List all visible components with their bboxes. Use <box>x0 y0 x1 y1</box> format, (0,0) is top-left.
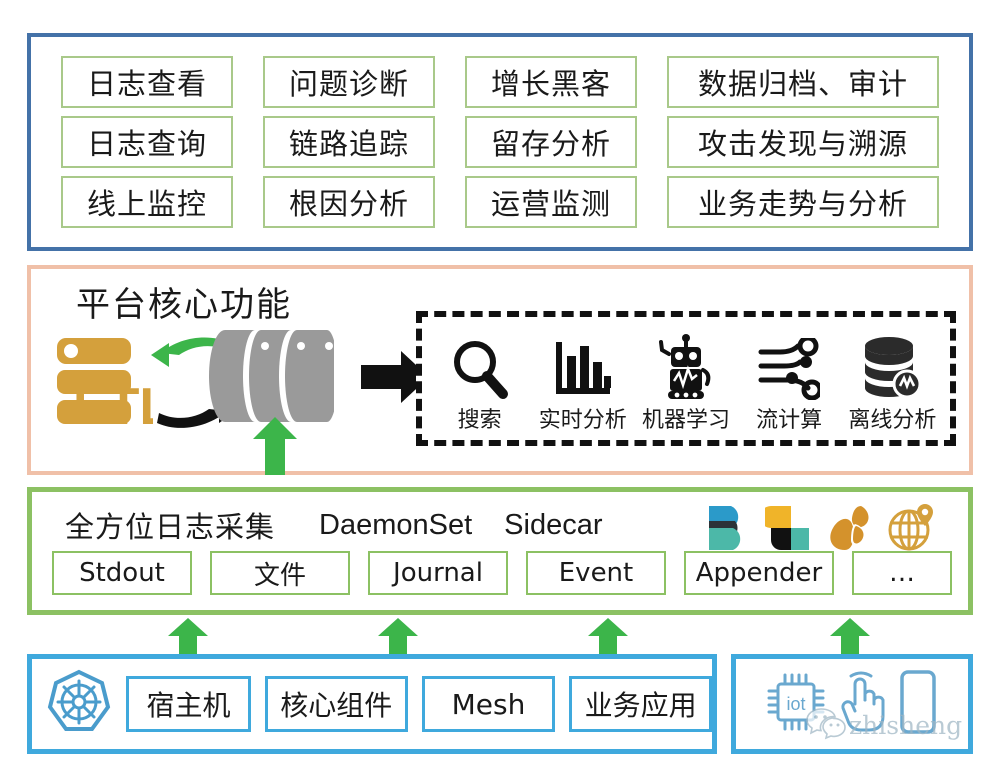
search-magnifier-icon <box>451 334 509 400</box>
scenario-box[interactable]: 线上监控 <box>61 176 233 228</box>
mode-daemonset: DaemonSet <box>319 508 473 541</box>
scenario-box[interactable]: 数据归档、审计 <box>667 56 939 108</box>
analytics-capabilities-box: 搜索 实时分析 机器学习 流计算 离线分析 <box>416 311 956 446</box>
analytics-label: 流计算 <box>756 408 823 433</box>
infra-box[interactable]: 业务应用 <box>569 676 712 732</box>
ingest-up-arrow-icon <box>253 417 297 475</box>
scenario-box[interactable]: 日志查看 <box>61 56 233 108</box>
kubernetes-helm-icon <box>46 669 112 740</box>
source-box[interactable]: Appender <box>684 551 834 595</box>
collection-header: 全方位日志采集 DaemonSet Sidecar <box>65 500 945 551</box>
scenario-box[interactable]: 业务走势与分析 <box>667 176 939 228</box>
scenario-box[interactable]: 留存分析 <box>465 116 637 168</box>
scenario-box[interactable]: 攻击发现与溯源 <box>667 116 939 168</box>
source-box[interactable]: Stdout <box>52 551 192 595</box>
source-box[interactable]: Journal <box>368 551 508 595</box>
smartphone-icon <box>897 669 939 740</box>
robot-icon <box>655 334 717 400</box>
source-box[interactable]: … <box>852 551 952 595</box>
analytics-item-realtime[interactable]: 实时分析 <box>533 334 633 434</box>
infrastructure-panel-right: iot <box>731 654 973 754</box>
bar-chart-icon <box>554 334 612 400</box>
database-cylinders-icon <box>209 324 338 429</box>
iot-chip-icon: iot <box>765 671 827 738</box>
analytics-label: 搜索 <box>457 408 502 433</box>
infra-box[interactable]: 核心组件 <box>264 676 408 732</box>
source-box[interactable]: Event <box>526 551 666 595</box>
infra-box[interactable]: 宿主机 <box>126 676 251 732</box>
scenario-box[interactable]: 运营监测 <box>465 176 637 228</box>
collection-heading: 全方位日志采集 <box>65 510 276 544</box>
analytics-label: 机器学习 <box>641 408 730 433</box>
analytics-item-offline[interactable]: 离线分析 <box>842 334 942 434</box>
analytics-label: 实时分析 <box>538 408 627 433</box>
scenarios-grid: 日志查看 问题诊断 增长黑客 数据归档、审计 日志查询 链路追踪 留存分析 攻击… <box>61 56 939 228</box>
scenario-box[interactable]: 问题诊断 <box>263 56 435 108</box>
analytics-label: 离线分析 <box>848 408 937 433</box>
analytics-item-ml[interactable]: 机器学习 <box>636 334 736 434</box>
svg-text:ETL: ETL <box>73 378 153 432</box>
collection-sources-row: Stdout 文件 Journal Event Appender … <box>52 550 952 596</box>
analytics-item-stream[interactable]: 流计算 <box>739 334 839 434</box>
infrastructure-panel-left: 宿主机 核心组件 Mesh 业务应用 <box>27 654 717 754</box>
scenario-box[interactable]: 日志查询 <box>61 116 233 168</box>
stream-flow-icon <box>758 334 821 400</box>
source-box[interactable]: 文件 <box>210 551 350 595</box>
touch-hand-icon <box>833 670 891 739</box>
collection-panel: 全方位日志采集 DaemonSet Sidecar Stdout 文件 Jour… <box>27 487 973 615</box>
diagram-canvas: 日志查看 问题诊断 增长黑客 数据归档、审计 日志查询 链路追踪 留存分析 攻击… <box>0 0 1000 775</box>
scenarios-panel: 日志查看 问题诊断 增长黑客 数据归档、审计 日志查询 链路追踪 留存分析 攻击… <box>27 33 973 251</box>
scenario-box[interactable]: 增长黑客 <box>465 56 637 108</box>
analytics-item-search[interactable]: 搜索 <box>430 334 530 434</box>
scenario-box[interactable]: 链路追踪 <box>263 116 435 168</box>
infra-box[interactable]: Mesh <box>421 676 556 732</box>
platform-title: 平台核心功能 <box>76 285 292 325</box>
iot-chip-label: iot <box>786 694 805 714</box>
platform-core-panel: 平台核心功能 ETL <box>27 265 973 475</box>
database-stack-icon <box>861 334 923 400</box>
scenario-box[interactable]: 根因分析 <box>263 176 435 228</box>
etl-server-icon: ETL <box>43 332 171 436</box>
mode-sidecar: Sidecar <box>504 508 603 541</box>
